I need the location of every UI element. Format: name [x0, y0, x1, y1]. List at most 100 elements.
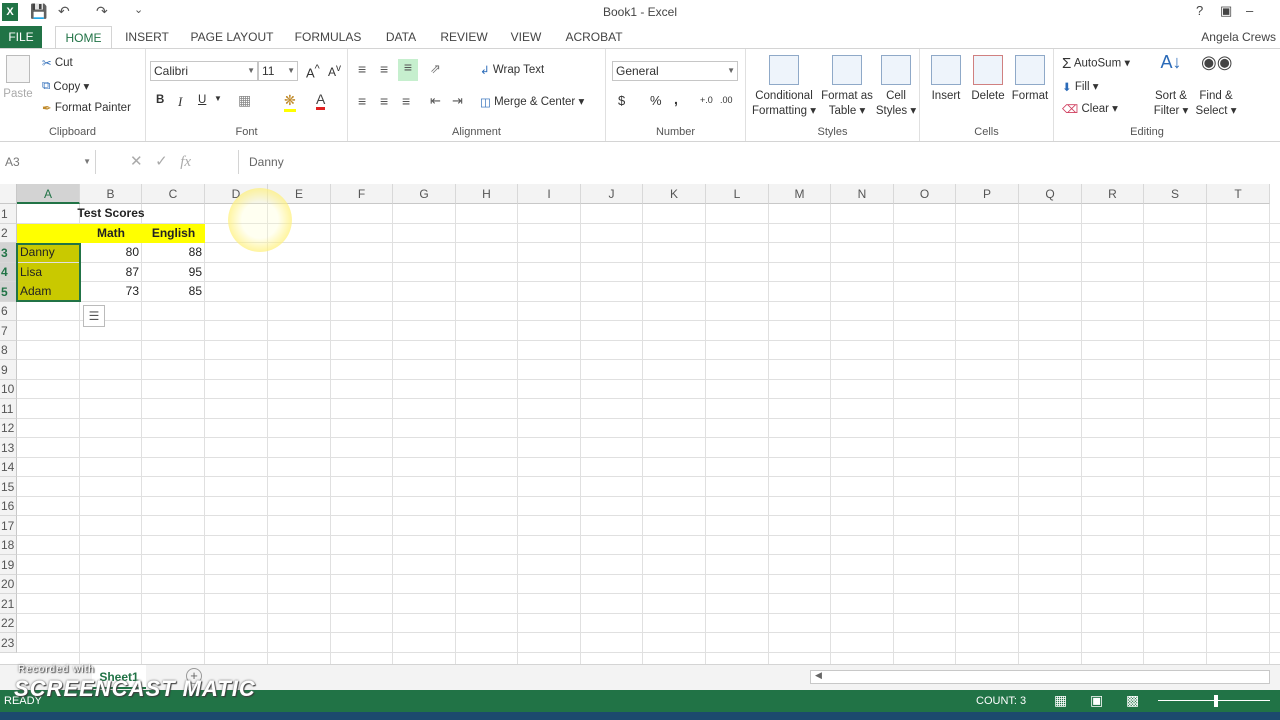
wrap-text-button[interactable]: ↲ Wrap Text — [480, 63, 544, 77]
math-cell-4[interactable]: 87 — [80, 263, 142, 282]
font-name-select[interactable]: Calibri ▼ — [150, 61, 258, 81]
currency-button[interactable]: $ — [618, 93, 625, 108]
column-header-c[interactable]: C — [142, 184, 205, 204]
normal-view-icon[interactable]: ▦ — [1054, 692, 1067, 709]
row-header-3[interactable]: 3 — [0, 243, 17, 263]
font-size-select[interactable]: 11 ▼ — [258, 61, 298, 81]
row-header-23[interactable]: 23 — [0, 633, 17, 653]
column-header-t[interactable]: T — [1207, 184, 1270, 204]
column-header-b[interactable]: B — [80, 184, 142, 204]
align-left-icon[interactable]: ≡ — [358, 93, 366, 109]
tab-formulas[interactable]: FORMULAS — [292, 26, 364, 48]
delete-button[interactable]: Delete — [968, 55, 1008, 104]
row-header-7[interactable]: 7 — [0, 321, 17, 341]
page-break-view-icon[interactable]: ▩ — [1126, 692, 1139, 709]
align-middle-icon[interactable]: ≡ — [380, 61, 388, 77]
column-header-j[interactable]: J — [581, 184, 643, 204]
tab-review[interactable]: REVIEW — [438, 26, 490, 48]
fill-button[interactable]: ⬇ Fill ▾ — [1062, 79, 1099, 94]
column-header-f[interactable]: F — [331, 184, 393, 204]
horizontal-scrollbar[interactable]: ◀ — [810, 670, 1270, 684]
row-header-18[interactable]: 18 — [0, 536, 17, 555]
minimize-icon[interactable]: – — [1246, 3, 1253, 18]
align-bottom-icon[interactable]: ≡ — [398, 59, 418, 81]
tab-insert[interactable]: INSERT — [122, 26, 172, 48]
row-header-21[interactable]: 21 — [0, 594, 17, 614]
column-header-i[interactable]: I — [518, 184, 581, 204]
zoom-slider-thumb[interactable] — [1214, 695, 1218, 707]
row-header-22[interactable]: 22 — [0, 614, 17, 633]
number-format-select[interactable]: General ▼ — [612, 61, 738, 81]
insert-button[interactable]: Insert — [926, 55, 966, 104]
row-header-9[interactable]: 9 — [0, 360, 17, 380]
orientation-icon[interactable]: ⇗ — [430, 61, 441, 77]
column-header-a[interactable]: A — [17, 184, 80, 204]
row-header-19[interactable]: 19 — [0, 555, 17, 575]
column-header-h[interactable]: H — [456, 184, 518, 204]
format-painter-button[interactable]: ✒ Format Painter — [42, 101, 131, 115]
conditional-formatting-button[interactable]: Conditional Formatting ▾ — [750, 55, 818, 119]
column-header-k[interactable]: K — [643, 184, 706, 204]
align-top-icon[interactable]: ≡ — [358, 61, 366, 77]
format-button[interactable]: Format — [1008, 55, 1052, 104]
row-header-5[interactable]: 5 — [0, 282, 17, 302]
grow-font-icon[interactable]: A^ — [306, 63, 320, 80]
math-cell-3[interactable]: 80 — [80, 243, 142, 262]
english-cell-5[interactable]: 85 — [142, 282, 205, 301]
row-header-11[interactable]: 11 — [0, 399, 17, 419]
cut-button[interactable]: ✂ Cut — [42, 56, 73, 70]
english-cell-4[interactable]: 95 — [142, 263, 205, 282]
english-cell-3[interactable]: 88 — [142, 243, 205, 262]
row-header-4[interactable]: 4 — [0, 263, 17, 282]
align-center-icon[interactable]: ≡ — [380, 93, 388, 109]
column-header-l[interactable]: L — [706, 184, 769, 204]
comma-button[interactable]: , — [674, 91, 678, 107]
header-cell-a2[interactable] — [17, 224, 80, 243]
decrease-decimal-icon[interactable]: .00 — [720, 95, 733, 105]
row-header-13[interactable]: 13 — [0, 438, 17, 458]
column-header-n[interactable]: N — [831, 184, 894, 204]
row-header-16[interactable]: 16 — [0, 497, 17, 516]
row-header-15[interactable]: 15 — [0, 477, 17, 497]
cell-styles-button[interactable]: Cell Styles ▾ — [874, 55, 918, 119]
percent-button[interactable]: % — [650, 93, 662, 108]
column-header-q[interactable]: Q — [1019, 184, 1082, 204]
cancel-icon[interactable]: ✕ — [130, 153, 143, 170]
italic-button[interactable]: I — [178, 94, 182, 110]
fill-color-icon[interactable]: ❋ — [284, 92, 296, 112]
merge-center-button[interactable]: ◫ Merge & Center ▾ — [480, 94, 584, 109]
header-cell-english[interactable]: English — [142, 224, 205, 243]
clear-button[interactable]: ⌫ Clear ▾ — [1062, 101, 1118, 116]
column-header-g[interactable]: G — [393, 184, 456, 204]
row-header-17[interactable]: 17 — [0, 516, 17, 536]
tab-data[interactable]: DATA — [380, 26, 422, 48]
page-layout-view-icon[interactable]: ▣ — [1090, 692, 1103, 709]
column-header-o[interactable]: O — [894, 184, 956, 204]
bold-button[interactable]: B — [156, 94, 164, 106]
row-header-1[interactable]: 1 — [0, 204, 17, 224]
enter-icon[interactable]: ✓ — [155, 153, 168, 170]
align-right-icon[interactable]: ≡ — [402, 93, 410, 109]
row-header-20[interactable]: 20 — [0, 575, 17, 594]
help-button[interactable]: ? — [1196, 3, 1203, 18]
increase-indent-icon[interactable]: ⇥ — [452, 93, 463, 109]
tab-view[interactable]: VIEW — [506, 26, 546, 48]
row-header-14[interactable]: 14 — [0, 458, 17, 477]
quick-analysis-icon[interactable]: ☰ — [83, 305, 105, 327]
shrink-font-icon[interactable]: Av — [328, 63, 341, 79]
sort-filter-button[interactable]: A↓ Sort & Filter ▾ — [1148, 53, 1194, 119]
column-header-r[interactable]: R — [1082, 184, 1144, 204]
underline-button[interactable]: U — [198, 94, 206, 106]
header-cell-math[interactable]: Math — [80, 224, 142, 243]
column-header-p[interactable]: P — [956, 184, 1019, 204]
borders-icon[interactable]: ▦ — [238, 92, 251, 109]
row-header-10[interactable]: 10 — [0, 380, 17, 399]
ribbon-display-icon[interactable]: ▣ — [1220, 3, 1232, 19]
formula-input[interactable]: Danny — [238, 150, 1280, 174]
column-header-s[interactable]: S — [1144, 184, 1207, 204]
autosum-button[interactable]: Σ AutoSum ▾ — [1062, 55, 1130, 72]
row-header-6[interactable]: 6 — [0, 302, 17, 321]
math-cell-5[interactable]: 73 — [80, 282, 142, 301]
title-cell[interactable]: Test Scores — [17, 204, 205, 223]
decrease-indent-icon[interactable]: ⇤ — [430, 93, 441, 109]
